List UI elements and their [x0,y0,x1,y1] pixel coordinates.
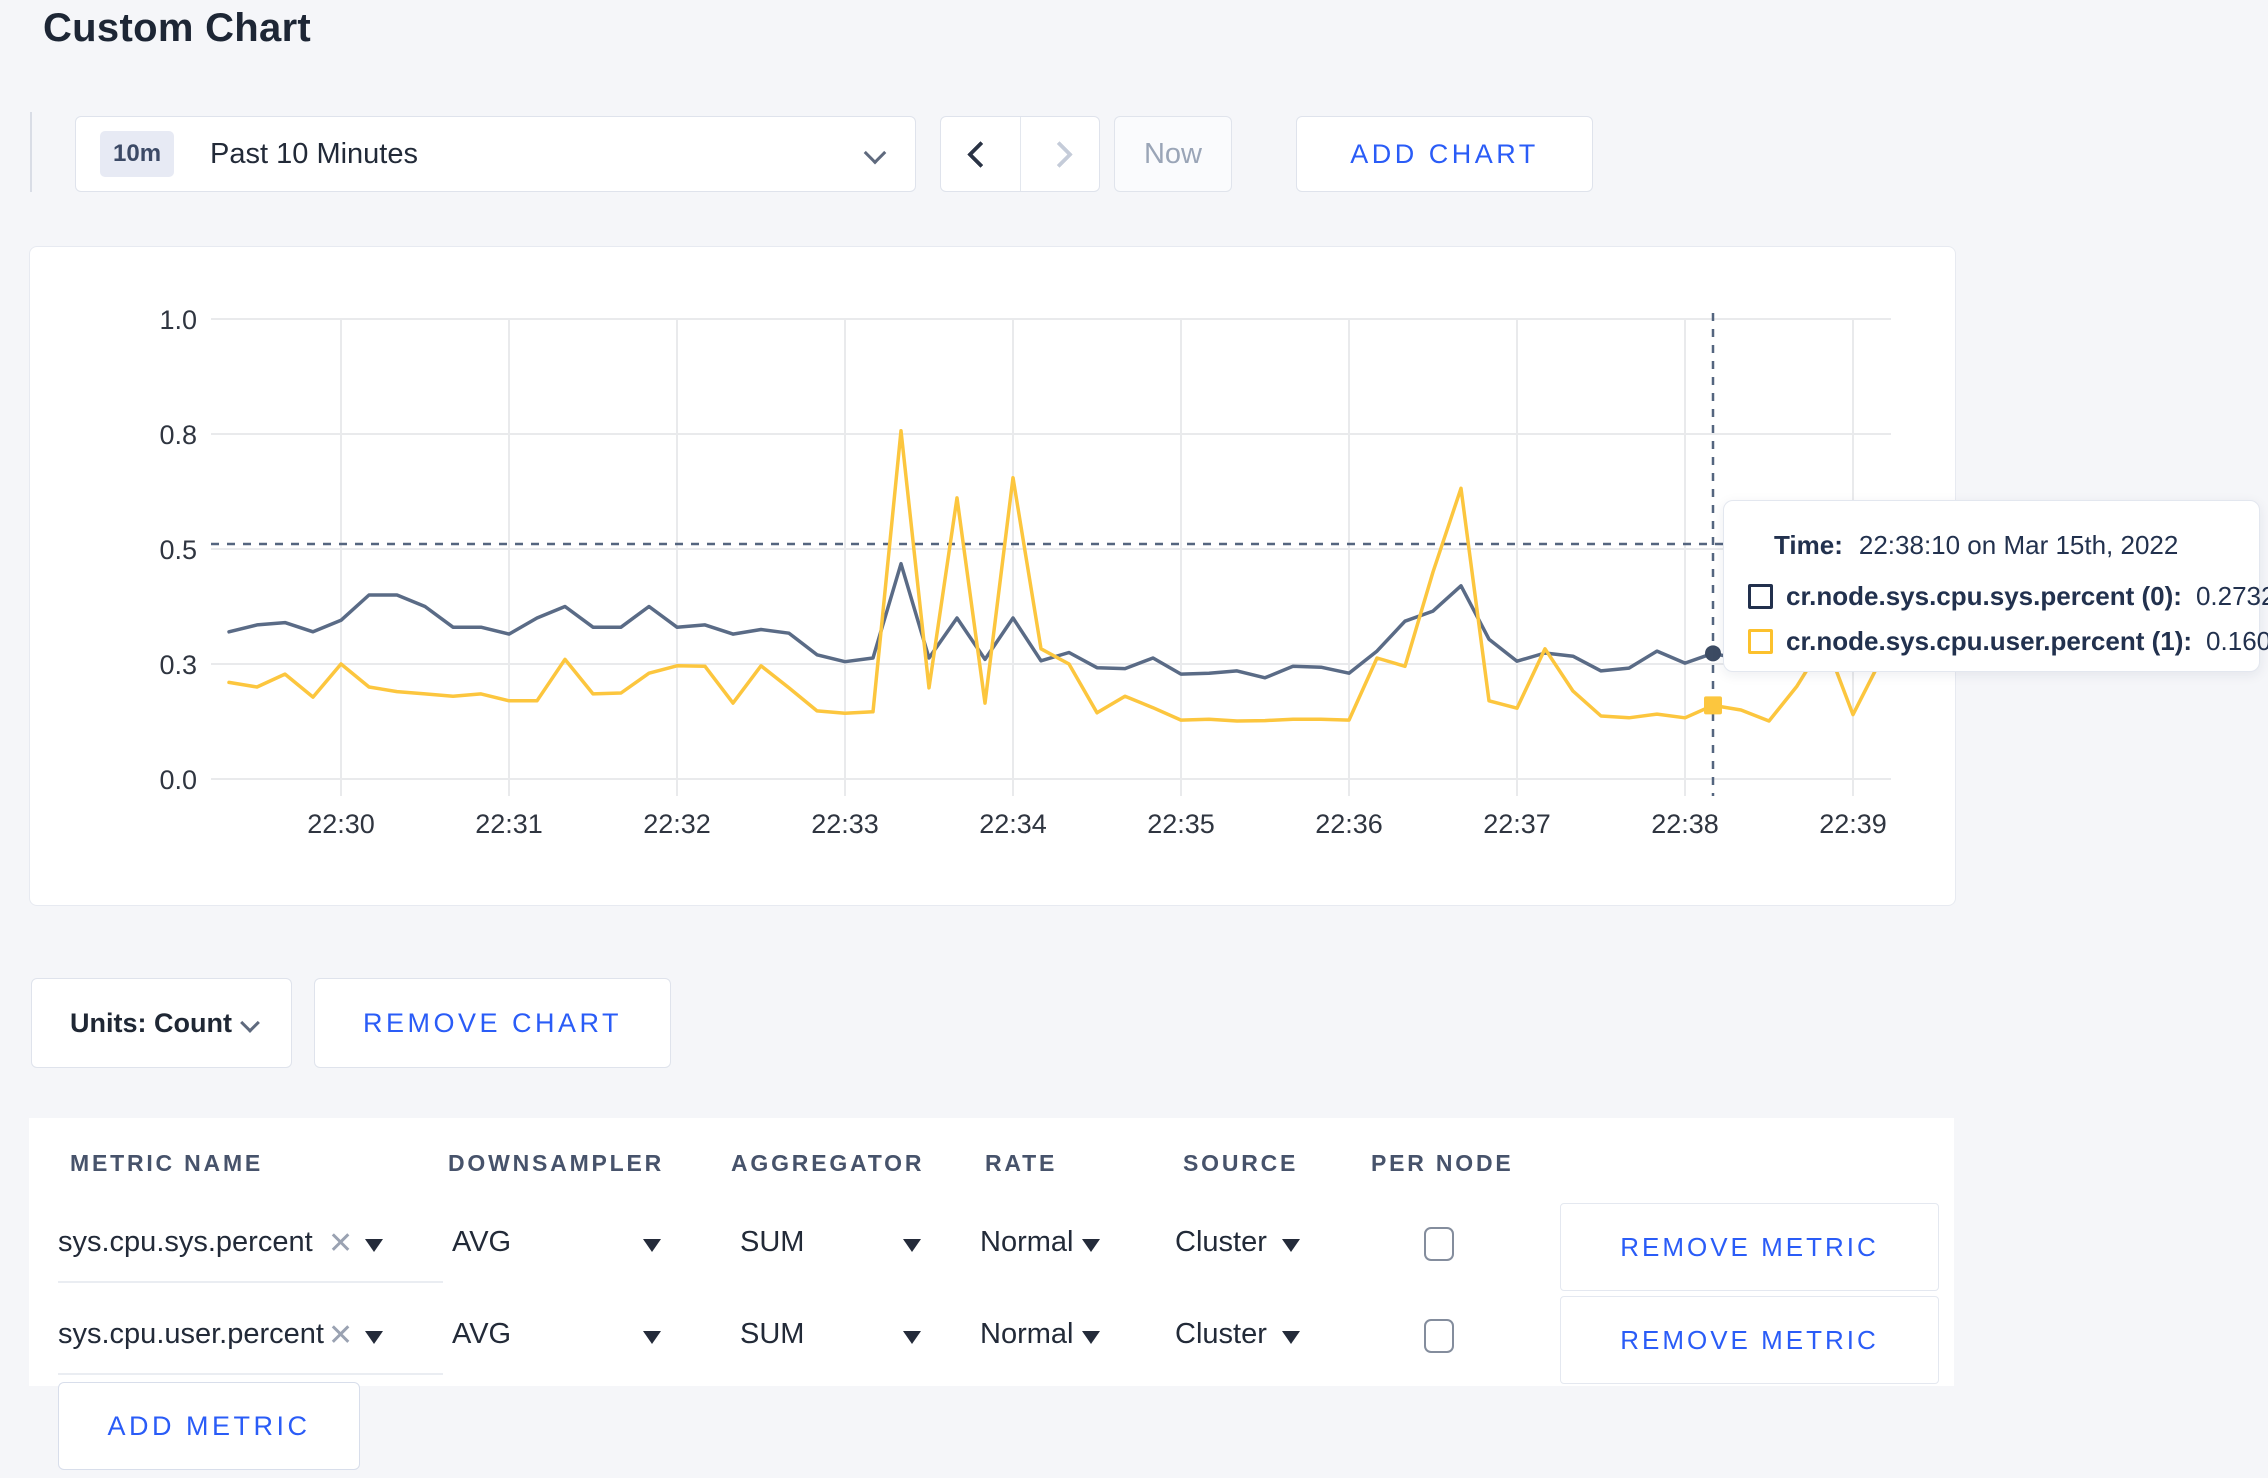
metric-select-underline [58,1281,443,1283]
per-node-checkbox[interactable] [1424,1319,1454,1353]
metrics-table: METRIC NAME DOWNSAMPLER AGGREGATOR RATE … [29,1118,1954,1386]
series-line-sys [227,561,1883,680]
chart-card: 0.0 0.3 0.5 0.8 1.0 22:30 22:31 22:32 22:33 22:34… [29,246,1956,906]
col-header-aggregator: AGGREGATOR [731,1150,925,1176]
units-label: Units: Count [70,1007,232,1038]
metric-dropdown-arrow-icon[interactable] [365,1239,383,1252]
rate-select[interactable]: Normal [980,1318,1073,1351]
remove-metric-button[interactable]: REMOVE METRIC [1560,1296,1939,1384]
cpu-percent-line-chart[interactable]: 0.0 0.3 0.5 0.8 1.0 22:30 22:31 22:32 22:33 22:34… [30,247,1955,905]
toolbar-divider [30,112,32,192]
y-tick-label: 1.0 [159,305,197,335]
y-tick-label: 0.3 [159,650,197,680]
rate-dropdown-arrow-icon[interactable] [1082,1239,1100,1252]
series-line-user [227,429,1883,723]
tooltip-series-value: 0.1601 [2206,626,2268,656]
downsampler-dropdown-arrow-icon[interactable] [643,1239,661,1252]
source-dropdown-arrow-icon[interactable] [1282,1239,1300,1252]
rate-select[interactable]: Normal [980,1226,1073,1259]
x-tick-label: 22:36 [1315,809,1383,839]
hover-point-user [1704,696,1722,715]
x-tick-label: 22:32 [643,809,711,839]
col-header-per-node: PER NODE [1371,1150,1514,1176]
tooltip-series-value: 0.2732 [2195,581,2268,611]
clear-metric-icon[interactable]: ✕ [328,1318,353,1353]
time-pager [940,116,1100,192]
tooltip-time-value: 22:38:10 on Mar 15th, 2022 [1858,530,2179,560]
x-tick-label: 22:34 [979,809,1047,839]
y-tick-label: 0.5 [159,535,197,565]
x-tick-label: 22:31 [475,809,543,839]
per-node-checkbox[interactable] [1424,1227,1454,1261]
time-range-badge: 10m [100,131,175,177]
y-tick-label: 0.8 [159,420,197,450]
time-range-select[interactable]: 10m Past 10 Minutes [75,116,916,192]
time-range-label: Past 10 Minutes [210,137,418,170]
chevron-left-icon [966,140,994,168]
x-tick-label: 22:39 [1819,809,1887,839]
metric-dropdown-arrow-icon[interactable] [365,1331,383,1344]
chevron-down-icon [240,1013,260,1033]
x-tick-label: 22:38 [1651,809,1719,839]
aggregator-dropdown-arrow-icon[interactable] [903,1239,921,1252]
metric-name-select[interactable]: sys.cpu.user.percent [58,1318,324,1351]
rate-dropdown-arrow-icon[interactable] [1082,1331,1100,1344]
tooltip-series-row: cr.node.sys.cpu.sys.percent (0): 0.2732 [1748,581,2268,612]
metric-name-select[interactable]: sys.cpu.sys.percent [58,1226,313,1259]
col-header-rate: RATE [985,1150,1058,1176]
aggregator-dropdown-arrow-icon[interactable] [903,1331,921,1344]
metric-select-underline [58,1373,443,1375]
tooltip-series-row: cr.node.sys.cpu.user.percent (1): 0.1601 [1748,626,2268,657]
now-button[interactable]: Now [1114,116,1232,192]
series-sys-swatch-icon [1748,584,1773,609]
tooltip-series-name: cr.node.sys.cpu.sys.percent (0): [1786,581,2182,611]
source-select[interactable]: Cluster [1175,1318,1267,1351]
tooltip-time-row: Time: 22:38:10 on Mar 15th, 2022 [1774,530,2178,561]
remove-chart-button[interactable]: REMOVE CHART [314,978,671,1068]
add-chart-button[interactable]: ADD CHART [1296,116,1593,192]
downsampler-dropdown-arrow-icon[interactable] [643,1331,661,1344]
aggregator-select[interactable]: SUM [740,1318,804,1351]
clear-metric-icon[interactable]: ✕ [328,1226,353,1261]
source-dropdown-arrow-icon[interactable] [1282,1331,1300,1344]
downsampler-select[interactable]: AVG [452,1226,511,1259]
col-header-metric-name: METRIC NAME [70,1150,264,1176]
downsampler-select[interactable]: AVG [452,1318,511,1351]
series-user-swatch-icon [1748,629,1773,654]
remove-metric-button[interactable]: REMOVE METRIC [1560,1203,1939,1291]
chevron-down-icon [863,141,887,165]
prev-time-button[interactable] [941,117,1021,191]
add-metric-button[interactable]: ADD METRIC [58,1382,360,1470]
tooltip-series-name: cr.node.sys.cpu.user.percent (1): [1786,626,2193,656]
aggregator-select[interactable]: SUM [740,1226,804,1259]
x-tick-label: 22:30 [307,809,375,839]
col-header-downsampler: DOWNSAMPLER [448,1150,665,1176]
hover-point-sys [1705,645,1721,662]
next-time-button[interactable] [1021,117,1100,191]
chart-tooltip: Time: 22:38:10 on Mar 15th, 2022 cr.node… [1723,500,2268,672]
col-header-source: SOURCE [1183,1150,1299,1176]
x-tick-label: 22:33 [811,809,879,839]
chevron-right-icon [1046,140,1074,168]
x-tick-label: 22:37 [1483,809,1551,839]
tooltip-time-label: Time: [1774,530,1843,560]
source-select[interactable]: Cluster [1175,1226,1267,1259]
page-title: Custom Chart [43,6,312,50]
x-tick-label: 22:35 [1147,809,1215,839]
y-tick-label: 0.0 [159,765,197,795]
units-select[interactable]: Units: Count [31,978,292,1068]
